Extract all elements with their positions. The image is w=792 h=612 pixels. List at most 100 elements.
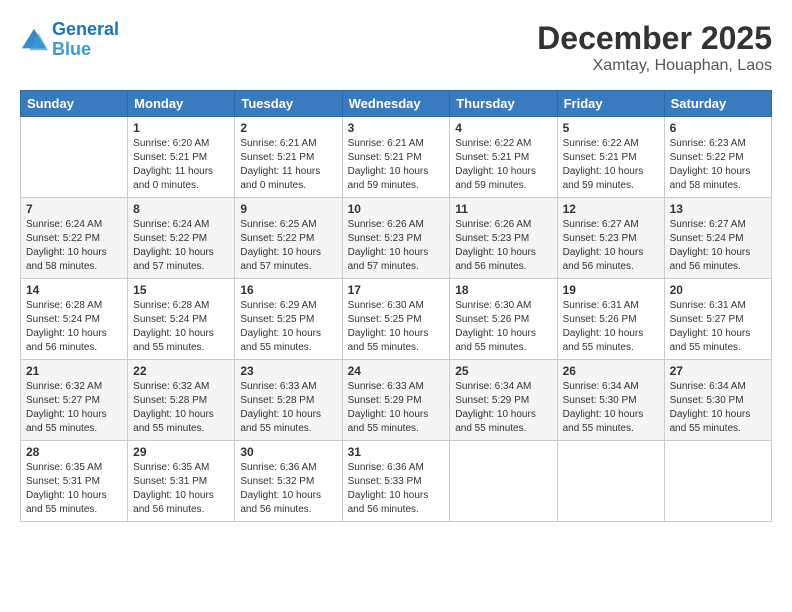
day-number: 12 (563, 202, 659, 216)
day-info: Sunrise: 6:32 AM Sunset: 5:27 PM Dayligh… (26, 380, 122, 436)
calendar-cell (450, 441, 557, 522)
day-info: Sunrise: 6:34 AM Sunset: 5:30 PM Dayligh… (670, 380, 766, 436)
page-header: General Blue December 2025 Xamtay, Houap… (20, 20, 772, 75)
day-number: 6 (670, 121, 766, 135)
day-number: 31 (348, 445, 445, 459)
day-number: 13 (670, 202, 766, 216)
day-number: 20 (670, 283, 766, 297)
calendar-week-row: 1 Sunrise: 6:20 AM Sunset: 5:21 PM Daylig… (21, 117, 772, 198)
day-number: 18 (455, 283, 551, 297)
calendar-week-row: 28 Sunrise: 6:35 AM Sunset: 5:31 PM Dayli… (21, 441, 772, 522)
calendar-cell: 3Sunrise: 6:21 AM Sunset: 5:21 PM Daylig… (342, 117, 450, 198)
calendar-cell: 19 Sunrise: 6:31 AM Sunset: 5:26 PM Dayli… (557, 279, 664, 360)
day-info: Sunrise: 6:22 AM Sunset: 5:21 PM Dayligh… (455, 137, 551, 193)
day-info: Sunrise: 6:23 AM Sunset: 5:22 PM Dayligh… (670, 137, 766, 193)
weekday-header: Friday (557, 91, 664, 117)
day-number: 7 (26, 202, 122, 216)
day-number: 8 (133, 202, 229, 216)
weekday-header: Monday (128, 91, 235, 117)
location-subtitle: Xamtay, Houaphan, Laos (537, 57, 772, 75)
day-info: Sunrise: 6:26 AM Sunset: 5:23 PM Dayligh… (348, 218, 445, 274)
calendar-cell: 8 Sunrise: 6:24 AM Sunset: 5:22 PM Daylig… (128, 198, 235, 279)
calendar-cell: 14 Sunrise: 6:28 AM Sunset: 5:24 PM Dayli… (21, 279, 128, 360)
calendar-cell: 26Sunrise: 6:34 AM Sunset: 5:30 PM Dayli… (557, 360, 664, 441)
day-number: 23 (240, 364, 336, 378)
day-info: Sunrise: 6:36 AM Sunset: 5:32 PM Dayligh… (240, 461, 336, 517)
month-title: December 2025 (537, 20, 772, 57)
day-number: 22 (133, 364, 229, 378)
day-number: 30 (240, 445, 336, 459)
calendar-week-row: 7 Sunrise: 6:24 AM Sunset: 5:22 PM Daylig… (21, 198, 772, 279)
calendar-cell: 15Sunrise: 6:28 AM Sunset: 5:24 PM Dayli… (128, 279, 235, 360)
logo-icon (20, 26, 48, 54)
day-info: Sunrise: 6:24 AM Sunset: 5:22 PM Dayligh… (133, 218, 229, 274)
calendar-table: SundayMondayTuesdayWednesdayThursdayFrid… (20, 90, 772, 522)
calendar-cell: 16 Sunrise: 6:29 AM Sunset: 5:25 PM Dayli… (235, 279, 342, 360)
day-info: Sunrise: 6:36 AM Sunset: 5:33 PM Dayligh… (348, 461, 445, 517)
day-info: Sunrise: 6:35 AM Sunset: 5:31 PM Dayligh… (26, 461, 122, 517)
calendar-cell: 11Sunrise: 6:26 AM Sunset: 5:23 PM Dayli… (450, 198, 557, 279)
calendar-cell: 12 Sunrise: 6:27 AM Sunset: 5:23 PM Dayli… (557, 198, 664, 279)
day-info: Sunrise: 6:29 AM Sunset: 5:25 PM Dayligh… (240, 299, 336, 355)
weekday-header: Wednesday (342, 91, 450, 117)
day-number: 5 (563, 121, 659, 135)
day-number: 27 (670, 364, 766, 378)
calendar-cell: 25 Sunrise: 6:34 AM Sunset: 5:29 PM Dayli… (450, 360, 557, 441)
calendar-cell: 2Sunrise: 6:21 AM Sunset: 5:21 PM Daylig… (235, 117, 342, 198)
calendar-week-row: 14 Sunrise: 6:28 AM Sunset: 5:24 PM Dayli… (21, 279, 772, 360)
day-info: Sunrise: 6:34 AM Sunset: 5:30 PM Dayligh… (563, 380, 659, 436)
calendar-cell: 5Sunrise: 6:22 AM Sunset: 5:21 PM Daylig… (557, 117, 664, 198)
calendar-cell: 29 Sunrise: 6:35 AM Sunset: 5:31 PM Dayli… (128, 441, 235, 522)
calendar-cell (21, 117, 128, 198)
calendar-cell: 6 Sunrise: 6:23 AM Sunset: 5:22 PM Daylig… (664, 117, 771, 198)
weekday-header: Saturday (664, 91, 771, 117)
calendar-cell: 22 Sunrise: 6:32 AM Sunset: 5:28 PM Dayli… (128, 360, 235, 441)
calendar-cell: 4 Sunrise: 6:22 AM Sunset: 5:21 PM Daylig… (450, 117, 557, 198)
title-block: December 2025 Xamtay, Houaphan, Laos (537, 20, 772, 75)
day-info: Sunrise: 6:31 AM Sunset: 5:26 PM Dayligh… (563, 299, 659, 355)
day-number: 29 (133, 445, 229, 459)
weekday-header: Tuesday (235, 91, 342, 117)
day-info: Sunrise: 6:35 AM Sunset: 5:31 PM Dayligh… (133, 461, 229, 517)
calendar-cell: 24 Sunrise: 6:33 AM Sunset: 5:29 PM Dayli… (342, 360, 450, 441)
day-info: Sunrise: 6:33 AM Sunset: 5:29 PM Dayligh… (348, 380, 445, 436)
day-number: 17 (348, 283, 445, 297)
day-info: Sunrise: 6:33 AM Sunset: 5:28 PM Dayligh… (240, 380, 336, 436)
calendar-cell: 10Sunrise: 6:26 AM Sunset: 5:23 PM Dayli… (342, 198, 450, 279)
day-number: 14 (26, 283, 122, 297)
day-number: 15 (133, 283, 229, 297)
day-info: Sunrise: 6:34 AM Sunset: 5:29 PM Dayligh… (455, 380, 551, 436)
day-number: 19 (563, 283, 659, 297)
calendar-cell: 27 Sunrise: 6:34 AM Sunset: 5:30 PM Dayli… (664, 360, 771, 441)
day-info: Sunrise: 6:28 AM Sunset: 5:24 PM Dayligh… (26, 299, 122, 355)
day-number: 2 (240, 121, 336, 135)
calendar-cell: 7 Sunrise: 6:24 AM Sunset: 5:22 PM Daylig… (21, 198, 128, 279)
weekday-header: Sunday (21, 91, 128, 117)
calendar-cell: 17 Sunrise: 6:30 AM Sunset: 5:25 PM Dayli… (342, 279, 450, 360)
day-info: Sunrise: 6:26 AM Sunset: 5:23 PM Dayligh… (455, 218, 551, 274)
calendar-cell (557, 441, 664, 522)
day-info: Sunrise: 6:32 AM Sunset: 5:28 PM Dayligh… (133, 380, 229, 436)
day-info: Sunrise: 6:20 AM Sunset: 5:21 PM Dayligh… (133, 137, 229, 193)
day-number: 25 (455, 364, 551, 378)
day-info: Sunrise: 6:24 AM Sunset: 5:22 PM Dayligh… (26, 218, 122, 274)
calendar-cell: 1 Sunrise: 6:20 AM Sunset: 5:21 PM Daylig… (128, 117, 235, 198)
calendar-cell: 20Sunrise: 6:31 AM Sunset: 5:27 PM Dayli… (664, 279, 771, 360)
calendar-cell: 18Sunrise: 6:30 AM Sunset: 5:26 PM Dayli… (450, 279, 557, 360)
day-number: 1 (133, 121, 229, 135)
calendar-week-row: 21 Sunrise: 6:32 AM Sunset: 5:27 PM Dayli… (21, 360, 772, 441)
calendar-cell: 9Sunrise: 6:25 AM Sunset: 5:22 PM Daylig… (235, 198, 342, 279)
day-info: Sunrise: 6:27 AM Sunset: 5:24 PM Dayligh… (670, 218, 766, 274)
calendar-cell: 28 Sunrise: 6:35 AM Sunset: 5:31 PM Dayli… (21, 441, 128, 522)
day-number: 21 (26, 364, 122, 378)
day-number: 4 (455, 121, 551, 135)
day-number: 28 (26, 445, 122, 459)
day-number: 16 (240, 283, 336, 297)
day-number: 24 (348, 364, 445, 378)
calendar-cell: 23 Sunrise: 6:33 AM Sunset: 5:28 PM Dayli… (235, 360, 342, 441)
day-number: 9 (240, 202, 336, 216)
day-info: Sunrise: 6:30 AM Sunset: 5:25 PM Dayligh… (348, 299, 445, 355)
calendar-cell: 31 Sunrise: 6:36 AM Sunset: 5:33 PM Dayli… (342, 441, 450, 522)
calendar-cell: 13 Sunrise: 6:27 AM Sunset: 5:24 PM Dayli… (664, 198, 771, 279)
day-info: Sunrise: 6:27 AM Sunset: 5:23 PM Dayligh… (563, 218, 659, 274)
